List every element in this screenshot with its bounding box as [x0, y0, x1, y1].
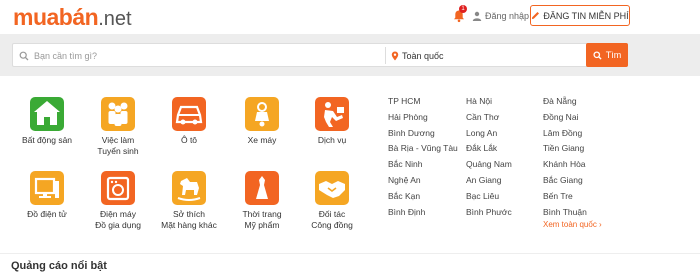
category-10[interactable]: Đối tác Công đồng — [292, 171, 372, 231]
logo-main-text: muabán — [13, 4, 99, 30]
city-link[interactable]: Lâm Đồng — [543, 128, 582, 138]
fashion-icon — [245, 171, 279, 205]
logo-suffix-text: .net — [98, 8, 132, 30]
city-link[interactable]: Bình Phước — [466, 207, 512, 217]
city-link[interactable]: Bến Tre — [543, 191, 573, 201]
category-label: Xe máy — [247, 135, 277, 145]
top-header: muabán .net 1 Đăng nhập ĐĂNG TIN MIỄN PH… — [0, 0, 700, 34]
category-8[interactable]: Sở thích Mặt hàng khác — [149, 171, 229, 231]
login-link[interactable]: Đăng nhập — [472, 8, 529, 24]
category-label: Ô tô — [180, 135, 198, 145]
section-divider — [0, 253, 700, 254]
appliance-icon — [101, 171, 135, 205]
city-link[interactable]: Quảng Nam — [466, 159, 512, 169]
category-label: Đồ điện tử — [27, 209, 67, 219]
city-link[interactable]: Bắc Ninh — [388, 159, 423, 169]
city-link[interactable]: Nghệ An — [388, 175, 421, 185]
site-logo[interactable]: muabán .net — [13, 4, 132, 30]
user-icon — [472, 11, 482, 21]
computer-icon — [30, 171, 64, 205]
login-label: Đăng nhập — [485, 11, 530, 21]
city-link[interactable]: Bắc Giang — [543, 175, 583, 185]
category-label: Thời trang Mỹ phẩm — [242, 209, 282, 230]
motorbike-icon — [245, 97, 279, 131]
people-icon — [101, 97, 135, 131]
city-link[interactable]: TP HCM — [388, 96, 420, 106]
category-7[interactable]: Điện máy Đồ gia dụng — [78, 171, 158, 231]
city-link[interactable]: Khánh Hòa — [543, 159, 586, 169]
city-link[interactable]: Đồng Nai — [543, 112, 578, 122]
category-5[interactable]: Dịch vụ — [292, 97, 372, 146]
search-input[interactable]: Bạn cần tìm gì? — [19, 47, 379, 64]
car-icon — [172, 97, 206, 131]
city-link[interactable]: Đắk Lắk — [466, 143, 497, 153]
location-select[interactable]: Toàn quốc — [391, 47, 591, 64]
house-icon — [30, 97, 64, 131]
featured-ads-title: Quảng cáo nổi bật — [11, 260, 107, 272]
city-link[interactable]: Bình Thuận — [543, 207, 587, 217]
city-link[interactable]: Hà Nội — [466, 96, 492, 106]
category-9[interactable]: Thời trang Mỹ phẩm — [222, 171, 302, 231]
city-link[interactable]: Tiền Giang — [543, 143, 584, 153]
category-3[interactable]: Ô tô — [149, 97, 229, 146]
city-link[interactable]: Đà Nẵng — [543, 96, 577, 106]
post-free-ad-button[interactable]: ĐĂNG TIN MIỄN PHÍ — [530, 5, 630, 26]
location-pin-icon — [391, 51, 399, 60]
search-button[interactable]: Tìm — [586, 43, 628, 67]
category-label: Việc làm Tuyển sinh — [97, 135, 139, 156]
category-1[interactable]: Bất động sản — [7, 97, 87, 146]
post-button-label: ĐĂNG TIN MIỄN PHÍ — [543, 10, 629, 21]
search-button-icon — [593, 50, 602, 60]
city-link[interactable]: Bình Định — [388, 207, 425, 217]
city-link[interactable]: Bạc Liêu — [466, 191, 499, 201]
category-label: Dịch vụ — [317, 135, 347, 145]
search-icon — [19, 51, 29, 60]
city-link[interactable]: An Giang — [466, 175, 501, 185]
city-link[interactable]: Hải Phòng — [388, 112, 428, 122]
pencil-icon — [532, 11, 540, 20]
category-label: Bất động sản — [21, 135, 73, 145]
city-link[interactable]: Bà Rịa - Vũng Tàu — [388, 143, 458, 153]
notification-badge: 1 — [459, 5, 467, 13]
search-divider — [385, 47, 386, 64]
city-link[interactable]: Bắc Kạn — [388, 191, 420, 201]
category-2[interactable]: Việc làm Tuyển sinh — [78, 97, 158, 157]
category-label: Đối tác Công đồng — [311, 209, 353, 230]
search-button-label: Tìm — [605, 50, 622, 60]
location-value: Toàn quốc — [402, 50, 444, 61]
city-link[interactable]: Long An — [466, 128, 497, 138]
search-bar-area: Bạn cần tìm gì? Toàn quốc Tìm — [0, 34, 700, 76]
service-icon — [315, 97, 349, 131]
city-link[interactable]: Bình Dương — [388, 128, 435, 138]
category-label: Sở thích Mặt hàng khác — [161, 209, 217, 230]
category-label: Điện máy Đồ gia dụng — [95, 209, 141, 230]
toy-horse-icon — [172, 171, 206, 205]
see-all-link[interactable]: Xem toàn quốc › — [543, 220, 602, 229]
category-4[interactable]: Xe máy — [222, 97, 302, 146]
city-link[interactable]: Cần Thơ — [466, 112, 499, 122]
category-6[interactable]: Đồ điện tử — [7, 171, 87, 220]
search-box: Bạn cần tìm gì? Toàn quốc — [12, 43, 628, 67]
handshake-icon — [315, 171, 349, 205]
search-placeholder: Bạn cần tìm gì? — [34, 50, 98, 61]
